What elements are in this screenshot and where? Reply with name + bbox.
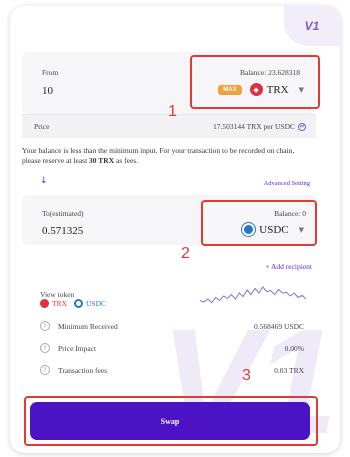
- help-icon[interactable]: ?: [40, 321, 50, 331]
- from-balance: Balance: 23.628318: [240, 68, 300, 77]
- advanced-setting-link[interactable]: Advanced Setting: [264, 180, 310, 187]
- to-balance: Balance: 0: [274, 209, 306, 218]
- from-token-label: TRX: [266, 83, 289, 96]
- detail-value: 0.00%: [284, 344, 304, 353]
- from-amount-input[interactable]: 10: [42, 85, 53, 97]
- trx-icon: ◆: [249, 83, 263, 96]
- detail-value: 0.568469 USDC: [253, 322, 304, 331]
- version-badge: V1: [284, 6, 340, 46]
- price-sparkline: [200, 286, 306, 304]
- to-token-selector[interactable]: USDC ▼: [242, 223, 304, 236]
- detail-label: Minimum Received: [58, 322, 118, 331]
- help-icon[interactable]: ?: [40, 365, 50, 375]
- view-token-trx-link[interactable]: TRX: [52, 299, 67, 308]
- chevron-down-icon: ▼: [298, 225, 304, 234]
- invert-price-icon[interactable]: ⇄: [298, 122, 306, 131]
- to-token-label: USDC: [259, 223, 289, 236]
- arrow-down-icon[interactable]: ↓: [40, 176, 48, 186]
- sparkline-path: [200, 286, 306, 304]
- to-label: To(estimated): [42, 209, 84, 218]
- trx-icon: [40, 299, 49, 308]
- usdc-icon: [74, 299, 83, 308]
- min-input-notice: Your balance is less than the minimum in…: [22, 146, 312, 166]
- to-panel: [22, 195, 316, 245]
- annotation-number-1: 1: [168, 103, 177, 120]
- from-label: From: [42, 68, 59, 77]
- notice-line-2: please reserve at least 30 TRX as fees.: [22, 156, 139, 165]
- price-value: 17.503144 TRX per USDC ⇄: [213, 122, 306, 131]
- swap-button[interactable]: Swap: [30, 402, 310, 440]
- price-label: Price: [34, 122, 50, 131]
- price-text: 17.503144 TRX per USDC: [213, 122, 295, 131]
- detail-row-transaction-fees: ? Transaction fees 0.03 TRX: [40, 365, 304, 379]
- annotation-number-2: 2: [181, 245, 190, 262]
- view-token-usdc-link[interactable]: USDC: [86, 299, 106, 308]
- notice-line-1: Your balance is less than the minimum in…: [22, 146, 295, 155]
- detail-label: Transaction fees: [58, 366, 108, 375]
- detail-label: Price Impact: [58, 344, 97, 353]
- detail-row-minimum-received: ? Minimum Received 0.568469 USDC: [40, 321, 304, 335]
- usdc-icon: [242, 223, 256, 236]
- view-token-links: TRX USDC: [40, 299, 106, 308]
- detail-row-price-impact: ? Price Impact 0.00%: [40, 343, 304, 357]
- from-token-selector[interactable]: MAX ◆ TRX ▼: [218, 83, 304, 96]
- help-icon[interactable]: ?: [40, 343, 50, 353]
- chevron-down-icon: ▼: [298, 85, 304, 94]
- detail-value: 0.03 TRX: [274, 366, 304, 375]
- max-button[interactable]: MAX: [218, 84, 242, 95]
- to-amount: 0.571325: [42, 225, 84, 237]
- annotation-number-3: 3: [242, 367, 251, 384]
- view-token-label: View token: [40, 290, 75, 299]
- add-recipient-link[interactable]: + Add recipient: [265, 262, 312, 271]
